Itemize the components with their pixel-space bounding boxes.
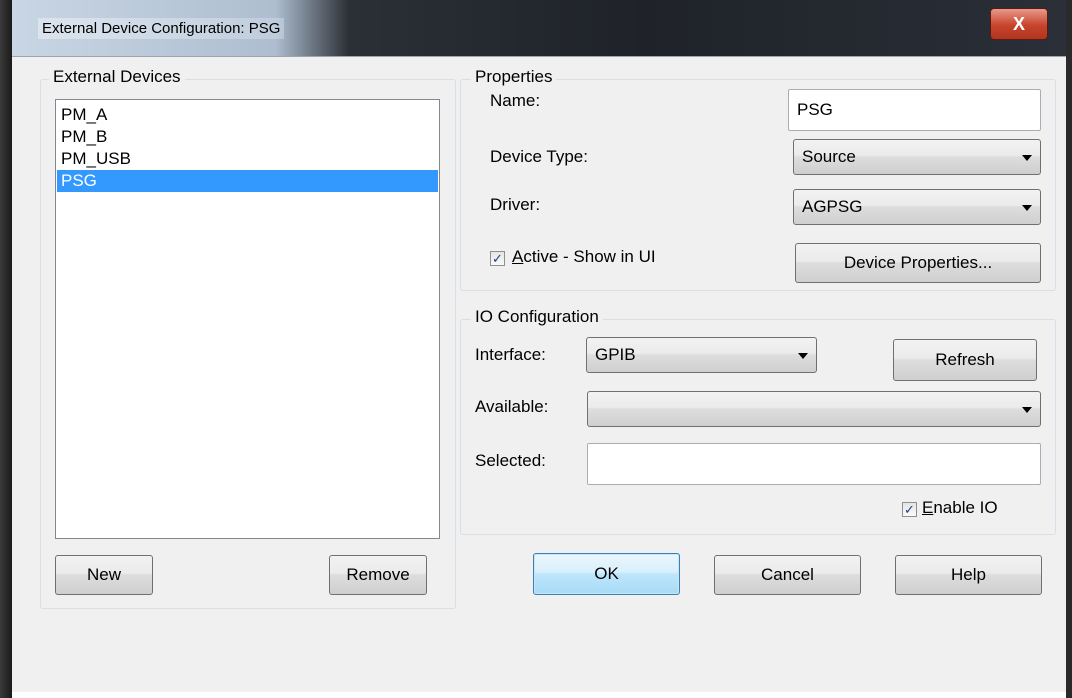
name-input[interactable]: PSG bbox=[788, 89, 1041, 131]
list-item-pm-a[interactable]: PM_A bbox=[57, 104, 438, 126]
device-type-label: Device Type: bbox=[490, 147, 588, 166]
window-left-edge bbox=[0, 0, 12, 698]
name-label: Name: bbox=[490, 91, 541, 110]
active-label[interactable]: Active - Show in UI bbox=[512, 247, 656, 267]
driver-label: Driver: bbox=[490, 195, 541, 214]
active-accel: A bbox=[512, 247, 524, 266]
enable-io-accel: E bbox=[922, 498, 934, 517]
close-button[interactable]: X bbox=[990, 8, 1048, 40]
window-bottom-edge bbox=[12, 692, 1066, 698]
interface-value: GPIB bbox=[595, 345, 636, 364]
chevron-down-icon bbox=[1022, 407, 1032, 413]
device-type-value: Source bbox=[802, 147, 856, 166]
io-configuration-legend: IO Configuration bbox=[471, 307, 603, 327]
chevron-down-icon bbox=[798, 353, 808, 359]
driver-value: AGPSG bbox=[802, 197, 863, 216]
interface-label: Interface: bbox=[475, 345, 546, 364]
title-bar[interactable]: External Device Configuration: PSG X bbox=[12, 0, 1066, 56]
available-select[interactable] bbox=[587, 391, 1041, 427]
enable-io-checkbox[interactable]: ✓ bbox=[902, 502, 917, 517]
active-label-rest: ctive - Show in UI bbox=[523, 247, 656, 266]
device-properties-button[interactable]: Device Properties... bbox=[795, 243, 1041, 283]
new-button[interactable]: New bbox=[55, 555, 153, 595]
available-label: Available: bbox=[475, 397, 549, 416]
enable-io-label[interactable]: Enable IO bbox=[922, 498, 998, 518]
help-button[interactable]: Help bbox=[895, 555, 1042, 595]
window-right-edge bbox=[1066, 0, 1072, 698]
device-type-select[interactable]: Source bbox=[793, 139, 1041, 175]
selected-field[interactable] bbox=[587, 443, 1041, 485]
active-checkbox[interactable]: ✓ bbox=[490, 251, 505, 266]
ok-button[interactable]: OK bbox=[533, 553, 680, 595]
dialog-client-area: External Devices PM_A PM_B PM_USB PSG Ne… bbox=[12, 56, 1066, 698]
list-item-pm-usb[interactable]: PM_USB bbox=[57, 148, 438, 170]
interface-select[interactable]: GPIB bbox=[586, 337, 817, 373]
device-listbox[interactable]: PM_A PM_B PM_USB PSG bbox=[55, 99, 440, 539]
remove-button[interactable]: Remove bbox=[329, 555, 427, 595]
chevron-down-icon bbox=[1022, 205, 1032, 211]
window-title: External Device Configuration: PSG bbox=[38, 18, 285, 39]
refresh-button[interactable]: Refresh bbox=[893, 339, 1037, 381]
chevron-down-icon bbox=[1022, 155, 1032, 161]
enable-io-label-rest: nable IO bbox=[933, 498, 998, 517]
close-icon: X bbox=[1012, 13, 1025, 34]
cancel-button[interactable]: Cancel bbox=[714, 555, 861, 595]
list-item-psg[interactable]: PSG bbox=[57, 170, 438, 192]
properties-legend: Properties bbox=[471, 67, 557, 87]
external-devices-legend: External Devices bbox=[49, 67, 185, 87]
list-item-pm-b[interactable]: PM_B bbox=[57, 126, 438, 148]
selected-label: Selected: bbox=[475, 451, 546, 470]
driver-select[interactable]: AGPSG bbox=[793, 189, 1041, 225]
